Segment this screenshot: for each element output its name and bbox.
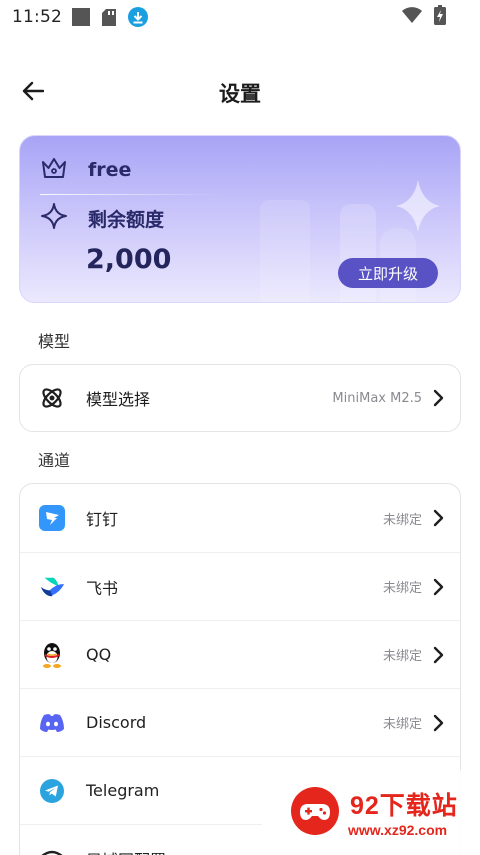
chevron-right-icon bbox=[433, 646, 444, 664]
plan-tier-row: free bbox=[40, 156, 131, 184]
row-label: Telegram bbox=[86, 781, 160, 800]
upgrade-button[interactable]: 立即升级 bbox=[338, 258, 438, 288]
row-value: 未绑定 bbox=[382, 581, 422, 596]
row-model-select[interactable]: 模型选择 MiniMax M2.5 bbox=[20, 365, 460, 431]
watermark-url: www.xz92.com bbox=[348, 822, 448, 838]
row-discord[interactable]: Discord 未绑定 bbox=[20, 688, 460, 756]
plan-divider bbox=[40, 194, 220, 195]
quota-row: 剩余额度 bbox=[40, 202, 164, 234]
row-qq[interactable]: QQ 未绑定 bbox=[20, 620, 460, 688]
watermark-title: 92下载站 bbox=[350, 792, 458, 820]
stop-square-icon bbox=[72, 8, 90, 26]
status-time: 11:52 bbox=[12, 7, 62, 27]
download-icon bbox=[128, 7, 148, 27]
wifi-icon bbox=[39, 846, 65, 855]
row-label: 钉钉 bbox=[86, 510, 119, 529]
row-value: MiniMax M2.5 bbox=[332, 390, 422, 406]
quota-label: 剩余额度 bbox=[88, 208, 165, 231]
header: 设置 bbox=[0, 68, 480, 114]
plan-card: free 剩余额度 2,000 立即升级 bbox=[19, 135, 461, 303]
crown-icon bbox=[40, 156, 68, 184]
section-label-model: 模型 bbox=[38, 332, 71, 351]
chevron-right-icon bbox=[433, 714, 444, 732]
section-label-channel: 通道 bbox=[38, 451, 71, 470]
feishu-icon bbox=[39, 574, 65, 600]
row-label: 飞书 bbox=[86, 578, 119, 598]
quota-amount: 2,000 bbox=[86, 244, 172, 275]
row-value: 未绑定 bbox=[382, 649, 422, 664]
status-bar: 11:52 bbox=[0, 0, 480, 34]
row-dingtalk[interactable]: 钉钉 未绑定 bbox=[20, 484, 460, 552]
row-value: 未绑定 bbox=[382, 512, 422, 528]
chevron-right-icon bbox=[433, 389, 444, 407]
battery-charging-icon bbox=[434, 5, 446, 29]
page-title: 设置 bbox=[219, 82, 261, 106]
wifi-icon bbox=[402, 7, 422, 27]
qq-icon bbox=[39, 642, 65, 668]
sd-card-icon bbox=[102, 8, 116, 26]
row-label: Discord bbox=[86, 713, 147, 732]
chevron-right-icon bbox=[433, 578, 444, 596]
chevron-right-icon bbox=[433, 509, 444, 527]
sparkle-icon bbox=[40, 202, 68, 234]
model-group: 模型选择 MiniMax M2.5 bbox=[19, 364, 461, 432]
plan-tier: free bbox=[88, 159, 132, 181]
watermark-logo bbox=[291, 787, 339, 835]
row-label: 局域网配置 bbox=[86, 847, 166, 855]
row-label: 模型选择 bbox=[86, 390, 151, 409]
row-feishu[interactable]: 飞书 未绑定 bbox=[20, 552, 460, 620]
row-label: QQ bbox=[86, 645, 112, 664]
row-value: 未绑定 bbox=[382, 717, 422, 732]
telegram-icon bbox=[39, 778, 65, 804]
discord-icon bbox=[39, 710, 65, 736]
atom-icon bbox=[39, 385, 65, 411]
dingtalk-icon bbox=[39, 505, 65, 531]
watermark: 92下载站 www.xz92.com bbox=[262, 770, 480, 855]
